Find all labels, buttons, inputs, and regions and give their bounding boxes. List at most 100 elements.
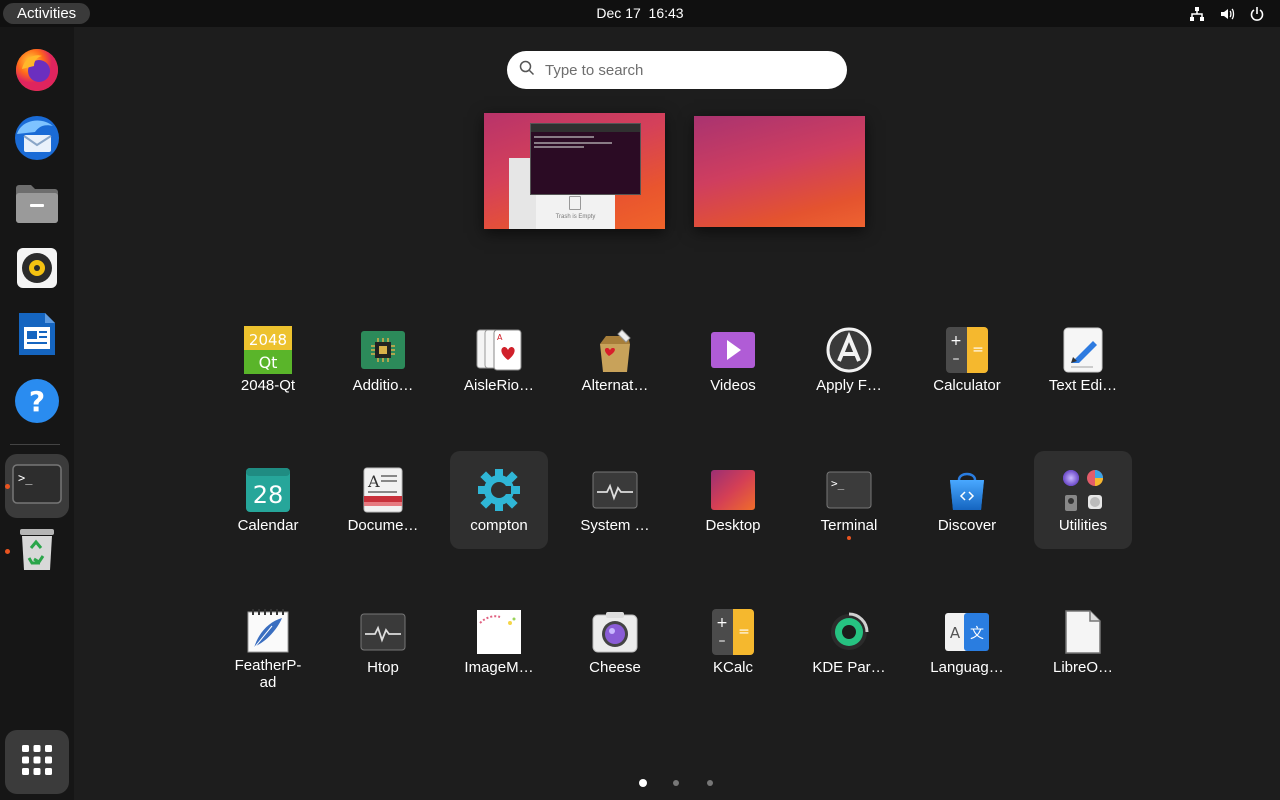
dock-trash[interactable] [5, 519, 69, 583]
top-bar: Activities Dec 17 16:43 [0, 0, 1280, 27]
svg-text:?: ? [29, 385, 45, 418]
window-thumbnail-terminal[interactable] [530, 123, 641, 195]
workspace-thumbnail-2[interactable] [694, 116, 865, 227]
dock-files[interactable] [5, 173, 69, 237]
help-icon: ? [14, 378, 60, 429]
app-label: Calculator [933, 377, 1001, 394]
app-kcalc[interactable]: + – = KCalc [684, 593, 782, 691]
desktop-icon [709, 466, 757, 514]
thunderbird-icon [13, 114, 61, 167]
app-label: Alternat… [581, 377, 649, 394]
app-desktop[interactable]: Desktop [684, 451, 782, 549]
app-text-editor[interactable]: Text Edi… [1034, 311, 1132, 409]
app-label: Additio… [352, 377, 414, 394]
app-kde-partition[interactable]: KDE Par… [800, 593, 898, 691]
running-indicator [5, 549, 10, 554]
app-utilities-folder[interactable]: Utilities [1034, 451, 1132, 549]
app-apply[interactable]: Apply F… [800, 311, 898, 409]
document-viewer-icon: A [359, 466, 407, 514]
writer-icon [17, 311, 57, 362]
dock-separator [10, 444, 60, 445]
time: 16:43 [648, 5, 684, 21]
app-compton[interactable]: compton [450, 451, 548, 549]
app-2048[interactable]: 2048 Qt 2048-Qt [219, 311, 317, 409]
app-label: Calendar [237, 517, 299, 534]
svg-text:+: + [716, 615, 728, 631]
page-dot-1[interactable] [639, 779, 647, 787]
app-videos[interactable]: Videos [684, 311, 782, 409]
search-input[interactable] [545, 61, 815, 79]
kcalc-icon: + – = [709, 608, 757, 656]
rhythmbox-icon [16, 247, 58, 294]
dock: ? >_ [0, 27, 74, 800]
htop-icon [359, 608, 407, 656]
svg-text:>_: >_ [18, 471, 33, 485]
utilities-folder-icon [1059, 466, 1107, 514]
dock-writer[interactable] [5, 304, 69, 368]
dock-rhythmbox[interactable] [5, 238, 69, 302]
grid-icon [21, 744, 53, 781]
app-system-monitor[interactable]: System … [566, 451, 664, 549]
volume-icon[interactable] [1218, 5, 1236, 23]
svg-text:=: = [738, 624, 750, 640]
additional-drivers-icon [359, 326, 407, 374]
workspace-thumbnail-1[interactable]: Trash is Empty [484, 113, 665, 229]
app-language[interactable]: A 文 Languag… [918, 593, 1016, 691]
dock-help[interactable]: ? [5, 371, 69, 435]
svg-text:–: – [953, 351, 960, 367]
app-htop[interactable]: Htop [334, 593, 432, 691]
svg-text:=: = [972, 342, 984, 358]
app-libreoffice[interactable]: LibreO… [1034, 593, 1132, 691]
show-applications-button[interactable] [5, 730, 69, 794]
app-discover[interactable]: Discover [918, 451, 1016, 549]
dock-thunderbird[interactable] [5, 108, 69, 172]
dock-terminal[interactable]: >_ [5, 454, 69, 518]
text-editor-icon [1059, 326, 1107, 374]
activities-button[interactable]: Activities [3, 3, 91, 24]
system-tray[interactable] [1188, 0, 1266, 27]
app-label: Text Edi… [1048, 377, 1118, 394]
app-label: KDE Par… [812, 659, 886, 676]
app-label: FeatherP-ad [234, 657, 302, 691]
page-dot-3[interactable] [707, 780, 713, 786]
app-label: Discover [937, 517, 997, 534]
svg-text:A: A [950, 624, 961, 642]
power-icon[interactable] [1248, 5, 1266, 23]
search-icon [519, 60, 535, 81]
app-label: Cheese [589, 659, 641, 676]
trash-empty-caption: Trash is Empty [555, 214, 596, 220]
app-cheese[interactable]: Cheese [566, 593, 664, 691]
app-terminal[interactable]: >_ Terminal [800, 451, 898, 549]
app-imagemagick[interactable]: ImageM… [450, 593, 548, 691]
calendar-icon: 28 [244, 466, 292, 514]
app-label: Languag… [930, 659, 1004, 676]
libreoffice-icon [1059, 608, 1107, 656]
app-alternatives[interactable]: Alternat… [566, 311, 664, 409]
running-indicator [5, 484, 10, 489]
app-label: compton [470, 517, 528, 534]
app-additional-drivers[interactable]: Additio… [334, 311, 432, 409]
network-icon[interactable] [1188, 5, 1206, 23]
app-label: AisleRio… [463, 377, 535, 394]
app-featherpad[interactable]: FeatherP-ad [219, 593, 317, 691]
alternatives-icon [591, 326, 639, 374]
calculator-icon: + – = [943, 326, 991, 374]
app-calculator[interactable]: + – = Calculator [918, 311, 1016, 409]
app-label: KCalc [712, 659, 753, 676]
app-calendar[interactable]: 28 Calendar [219, 451, 317, 549]
apply-icon [825, 326, 873, 374]
app-aisleriot[interactable]: A AisleRio… [450, 311, 548, 409]
terminal-icon: >_ [12, 463, 62, 509]
app-document-viewer[interactable]: A Docume… [334, 451, 432, 549]
svg-text:A: A [367, 472, 380, 491]
svg-text:文: 文 [970, 626, 984, 642]
app-label: Desktop [705, 517, 761, 534]
app-label: System … [580, 517, 650, 534]
svg-text:>_: >_ [831, 477, 845, 490]
search-bar[interactable] [507, 51, 847, 89]
page-dot-2[interactable] [673, 780, 679, 786]
dock-firefox[interactable] [5, 40, 69, 104]
app-label: LibreO… [1052, 659, 1114, 676]
clock-button[interactable]: Dec 17 16:43 [596, 5, 683, 21]
firefox-icon [14, 47, 60, 98]
